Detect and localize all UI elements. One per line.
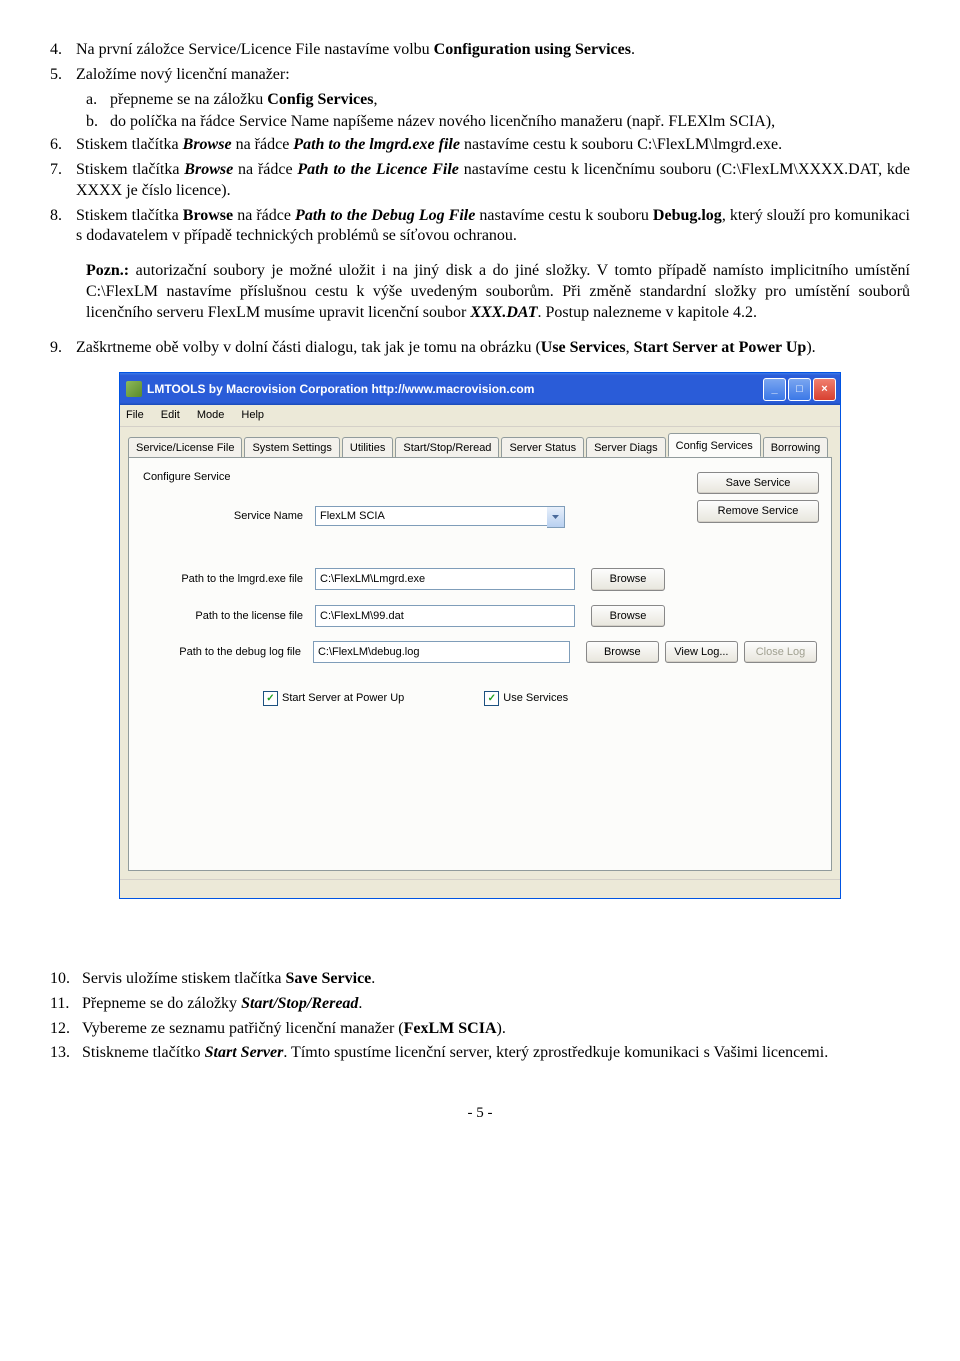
- tab-server-diags[interactable]: Server Diags: [586, 437, 666, 458]
- lmtools-window: LMTOOLS by Macrovision Corporation http:…: [119, 372, 841, 899]
- service-name-input[interactable]: [315, 506, 565, 526]
- browse-debug-button[interactable]: Browse: [586, 641, 659, 663]
- view-log-button[interactable]: View Log...: [665, 641, 738, 663]
- list-item: 9. Zaškrtneme obě volby v dolní části di…: [50, 338, 910, 359]
- license-input[interactable]: [315, 605, 575, 627]
- checkbox-row: ✓ Start Server at Power Up ✓ Use Service…: [263, 691, 817, 706]
- numbered-list-bottom: 10. Servis uložíme stiskem tlačítka Save…: [50, 969, 910, 1064]
- list-item: 11. Přepneme se do záložky Start/Stop/Re…: [50, 994, 910, 1015]
- tab-server-status[interactable]: Server Status: [501, 437, 584, 458]
- list-item: 12. Vybereme ze seznamu patřičný licenčn…: [50, 1019, 910, 1040]
- minimize-button[interactable]: _: [763, 378, 786, 401]
- titlebar: LMTOOLS by Macrovision Corporation http:…: [120, 373, 840, 405]
- list-item: 8. Stiskem tlačítka Browse na řádce Path…: [50, 206, 910, 248]
- close-button[interactable]: ×: [813, 378, 836, 401]
- sub-list: a. přepneme se na záložku Config Service…: [86, 90, 910, 134]
- check-use-services[interactable]: ✓ Use Services: [484, 691, 568, 706]
- window-title: LMTOOLS by Macrovision Corporation http:…: [147, 382, 761, 398]
- combo-service-name[interactable]: [315, 506, 565, 526]
- browse-license-button[interactable]: Browse: [591, 605, 665, 627]
- tab-service-license[interactable]: Service/License File: [128, 437, 242, 458]
- tab-borrowing[interactable]: Borrowing: [763, 437, 829, 458]
- browse-lmgrd-button[interactable]: Browse: [591, 568, 665, 590]
- menu-file[interactable]: File: [126, 409, 144, 421]
- statusbar: [120, 879, 840, 898]
- list-item: 7. Stiskem tlačítka Browse na řádce Path…: [50, 160, 910, 202]
- remove-service-button[interactable]: Remove Service: [697, 500, 819, 522]
- page-number: - 5 -: [50, 1104, 910, 1124]
- list-item: 5. Založíme nový licenční manažer:: [50, 65, 910, 86]
- menu-edit[interactable]: Edit: [161, 409, 180, 421]
- debug-input[interactable]: [313, 641, 570, 663]
- row-debug: Path to the debug log file Browse View L…: [143, 641, 817, 663]
- list-item: 13. Stiskneme tlačítko Start Server. Tím…: [50, 1043, 910, 1064]
- checkbox-icon[interactable]: ✓: [263, 691, 278, 706]
- app-icon: [126, 381, 142, 397]
- sub-item: a. přepneme se na záložku Config Service…: [86, 90, 910, 111]
- list-item: 4. Na první záložce Service/Licence File…: [50, 40, 910, 61]
- lmgrd-input[interactable]: [315, 568, 575, 590]
- maximize-button[interactable]: □: [788, 378, 811, 401]
- screenshot: LMTOOLS by Macrovision Corporation http:…: [50, 372, 910, 899]
- tab-utilities[interactable]: Utilities: [342, 437, 393, 458]
- list-item: 6. Stiskem tlačítka Browse na řádce Path…: [50, 135, 910, 156]
- numbered-list: 4. Na první záložce Service/Licence File…: [50, 40, 910, 247]
- menubar: File Edit Mode Help: [120, 405, 840, 426]
- tab-config-services[interactable]: Config Services: [668, 433, 761, 457]
- label-license: Path to the license file: [143, 609, 315, 623]
- label-debug: Path to the debug log file: [143, 645, 313, 659]
- sub-item: b. do políčka na řádce Service Name napí…: [86, 112, 910, 133]
- tab-strip: Service/License File System Settings Uti…: [120, 427, 840, 457]
- row-lmgrd: Path to the lmgrd.exe file Browse: [143, 568, 817, 590]
- label-service-name: Service Name: [143, 509, 315, 523]
- tab-pane: Configure Service Save Service Remove Se…: [128, 457, 832, 871]
- tab-start-stop[interactable]: Start/Stop/Reread: [395, 437, 499, 458]
- list-item: 10. Servis uložíme stiskem tlačítka Save…: [50, 969, 910, 990]
- close-log-button: Close Log: [744, 641, 817, 663]
- label-lmgrd: Path to the lmgrd.exe file: [143, 572, 315, 586]
- chevron-down-icon[interactable]: [547, 506, 565, 528]
- tab-system-settings[interactable]: System Settings: [244, 437, 339, 458]
- row-license: Path to the license file Browse: [143, 605, 817, 627]
- menu-help[interactable]: Help: [241, 409, 264, 421]
- save-service-button[interactable]: Save Service: [697, 472, 819, 494]
- note-block: Pozn.: autorizační soubory je možné ulož…: [86, 261, 910, 323]
- menu-mode[interactable]: Mode: [197, 409, 225, 421]
- check-start-server[interactable]: ✓ Start Server at Power Up: [263, 691, 404, 706]
- checkbox-icon[interactable]: ✓: [484, 691, 499, 706]
